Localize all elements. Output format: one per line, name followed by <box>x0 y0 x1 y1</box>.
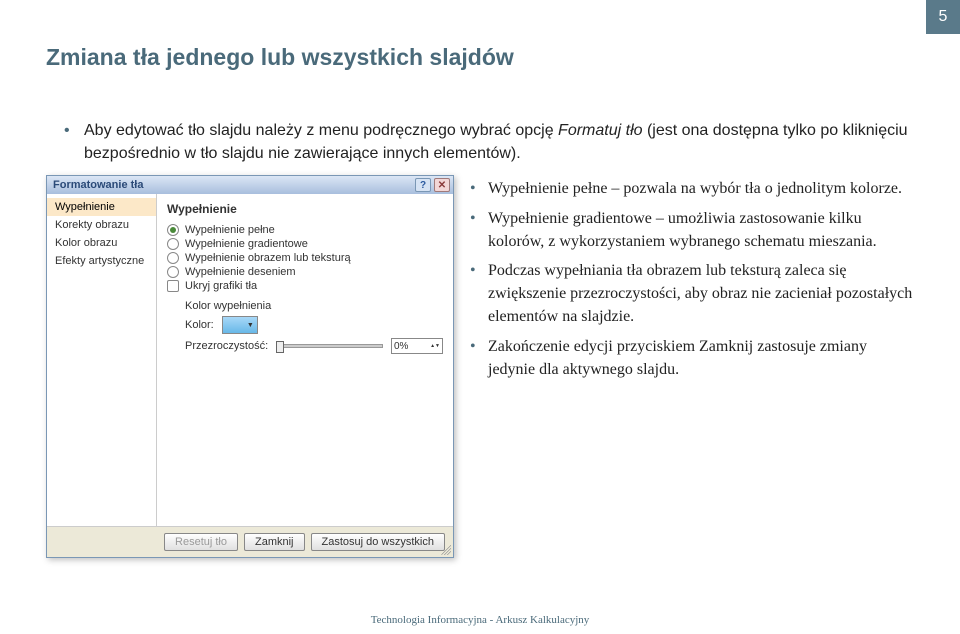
page-number-badge: 5 <box>926 0 960 34</box>
sidebar-item-picture-corrections[interactable]: Korekty obrazu <box>47 216 156 234</box>
checkbox-hide-bg-graphics[interactable]: Ukryj grafiki tła <box>167 280 443 292</box>
sidebar-item-picture-color[interactable]: Kolor obrazu <box>47 234 156 252</box>
explanation-list: Wypełnienie pełne – pozwala na wybór tła… <box>468 175 914 387</box>
reset-button[interactable]: Resetuj tło <box>164 533 238 551</box>
transparency-slider[interactable] <box>276 344 383 348</box>
radio-icon <box>167 252 179 264</box>
intro-italic: Formatuj tło <box>558 122 642 139</box>
page-content: Zmiana tła jednego lub wszystkich slajdó… <box>0 0 960 568</box>
format-background-dialog: Formatowanie tła ? ✕ Wypełnienie Korekty… <box>46 175 454 558</box>
radio-solid-fill[interactable]: Wypełnienie pełne <box>167 224 443 236</box>
sidebar-item-fill[interactable]: Wypełnienie <box>47 198 156 216</box>
chevron-down-icon: ▼ <box>247 322 254 329</box>
radio-label: Wypełnienie pełne <box>185 224 275 236</box>
close-icon[interactable]: ✕ <box>434 178 450 192</box>
sidebar-item-artistic-effects[interactable]: Efekty artystyczne <box>47 252 156 270</box>
radio-label: Wypełnienie gradientowe <box>185 238 308 250</box>
help-icon[interactable]: ? <box>415 178 431 192</box>
list-item: Zakończenie edycji przyciskiem Zamknij z… <box>468 335 914 381</box>
page-title: Zmiana tła jednego lub wszystkich slajdó… <box>46 44 914 71</box>
checkbox-label: Ukryj grafiki tła <box>185 280 257 292</box>
dialog-footer: Resetuj tło Zamknij Zastosuj do wszystki… <box>47 526 453 557</box>
intro-prefix: Aby edytować tło slajdu należy z menu po… <box>84 122 558 139</box>
radio-icon <box>167 224 179 236</box>
color-picker[interactable]: ▼ <box>222 316 258 334</box>
radio-icon <box>167 266 179 278</box>
slider-thumb[interactable] <box>276 341 284 353</box>
transparency-value: 0% <box>394 341 408 352</box>
radio-label: Wypełnienie deseniem <box>185 266 296 278</box>
list-item: Podczas wypełniania tła obrazem lub teks… <box>468 259 914 329</box>
dialog-titlebar[interactable]: Formatowanie tła ? ✕ <box>47 176 453 194</box>
radio-icon <box>167 238 179 250</box>
panel-heading: Wypełnienie <box>167 202 443 216</box>
close-button[interactable]: Zamknij <box>244 533 305 551</box>
spinner-arrows-icon: ▲▼ <box>430 344 440 349</box>
list-item: Wypełnienie pełne – pozwala na wybór tła… <box>468 177 914 200</box>
intro-paragraph: Aby edytować tło slajdu należy z menu po… <box>46 119 914 165</box>
radio-pattern-fill[interactable]: Wypełnienie deseniem <box>167 266 443 278</box>
dialog-sidebar: Wypełnienie Korekty obrazu Kolor obrazu … <box>47 194 157 526</box>
transparency-spinner[interactable]: 0% ▲▼ <box>391 338 443 354</box>
radio-label: Wypełnienie obrazem lub teksturą <box>185 252 351 264</box>
checkbox-icon <box>167 280 179 292</box>
color-label: Kolor: <box>185 319 214 331</box>
transparency-label: Przezroczystość: <box>185 340 268 352</box>
page-footer: Technologia Informacyjna - Arkusz Kalkul… <box>0 614 960 626</box>
radio-picture-texture-fill[interactable]: Wypełnienie obrazem lub teksturą <box>167 252 443 264</box>
dialog-title-text: Formatowanie tła <box>53 179 143 191</box>
apply-all-button[interactable]: Zastosuj do wszystkich <box>311 533 445 551</box>
dialog-main-panel: Wypełnienie Wypełnienie pełne Wypełnieni… <box>157 194 453 526</box>
resize-grip-icon[interactable] <box>441 545 451 555</box>
list-item: Wypełnienie gradientowe – umożliwia zast… <box>468 207 914 253</box>
color-group-label: Kolor wypełnienia <box>185 300 443 312</box>
radio-gradient-fill[interactable]: Wypełnienie gradientowe <box>167 238 443 250</box>
